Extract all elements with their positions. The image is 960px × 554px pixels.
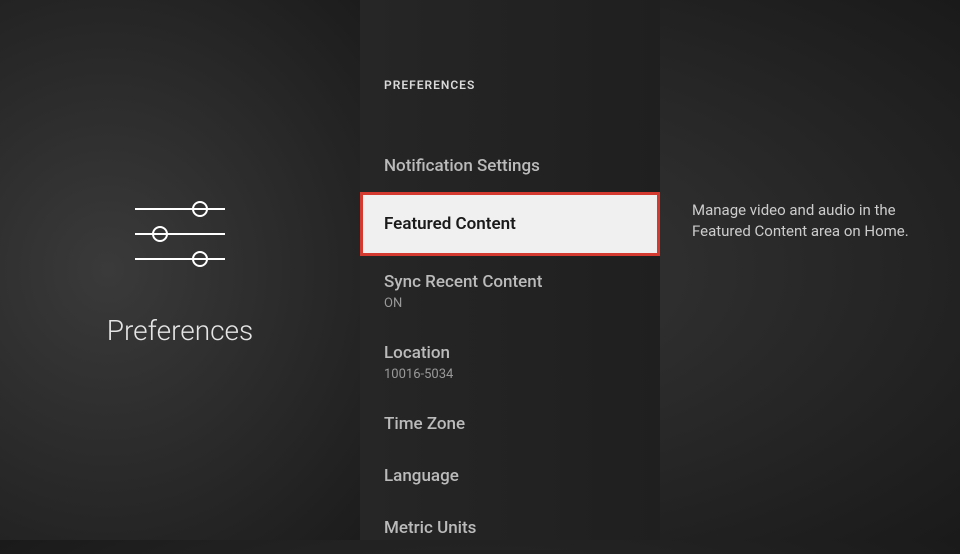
menu-item-metric-units[interactable]: Metric Units <box>360 502 660 554</box>
left-panel: Preferences <box>0 0 360 540</box>
menu-item-label: Featured Content <box>384 214 636 234</box>
menu-item-location[interactable]: Location 10016-5034 <box>360 327 660 398</box>
menu-item-label: Metric Units <box>384 518 636 538</box>
menu-item-language[interactable]: Language <box>360 450 660 502</box>
item-description: Manage video and audio in the Featured C… <box>692 200 928 242</box>
menu-item-label: Language <box>384 466 636 486</box>
section-heading: PREFERENCES <box>360 78 660 92</box>
menu-item-sync-recent-content[interactable]: Sync Recent Content ON <box>360 256 660 327</box>
menu-item-time-zone[interactable]: Time Zone <box>360 398 660 450</box>
menu-panel: PREFERENCES Notification Settings Featur… <box>360 0 660 540</box>
menu-item-sub: 10016-5034 <box>384 367 636 382</box>
sliders-icon <box>130 194 230 274</box>
detail-panel: Manage video and audio in the Featured C… <box>660 0 960 540</box>
menu-item-label: Time Zone <box>384 414 636 434</box>
menu-item-label: Location <box>384 343 636 363</box>
menu-item-featured-content[interactable]: Featured Content <box>360 192 660 256</box>
menu-item-notification-settings[interactable]: Notification Settings <box>360 140 660 192</box>
menu-item-label: Sync Recent Content <box>384 272 636 292</box>
page-title: Preferences <box>107 314 253 347</box>
menu-item-sub: ON <box>384 296 636 311</box>
menu-item-label: Notification Settings <box>384 156 636 176</box>
